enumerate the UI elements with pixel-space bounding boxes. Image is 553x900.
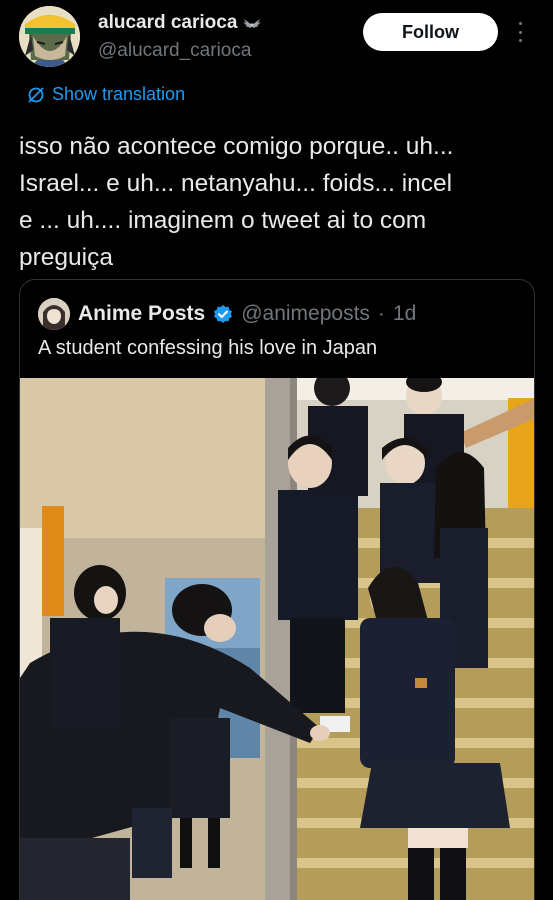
quoted-author-avatar[interactable] <box>38 298 70 330</box>
quoted-tweet-text: A student confessing his love in Japan <box>38 337 378 359</box>
author-handle[interactable]: @alucard_carioca <box>98 40 251 62</box>
author-avatar[interactable] <box>19 6 80 67</box>
quoted-handle[interactable]: @animeposts <box>241 302 370 326</box>
more-options-icon[interactable] <box>513 18 527 46</box>
verified-badge-icon <box>214 305 233 323</box>
quoted-tweet[interactable]: Anime Posts @animeposts · 1d A student c… <box>19 279 535 900</box>
translate-icon <box>28 86 44 103</box>
show-translation-link[interactable]: Show translation <box>26 84 185 105</box>
quoted-tweet-header: Anime Posts @animeposts · 1d <box>38 298 416 330</box>
author-name[interactable]: alucard carioca <box>98 12 262 34</box>
photo-students-on-stairs <box>20 378 534 900</box>
quoted-timestamp[interactable]: 1d <box>393 302 416 326</box>
quoted-avatar-icon <box>38 298 70 330</box>
tweet-header: alucard carioca @alucard_carioca Follow <box>0 0 553 80</box>
author-display-name: alucard carioca <box>98 12 238 33</box>
wings-emoji-icon <box>243 19 262 28</box>
follow-button[interactable]: Follow <box>363 13 498 51</box>
quoted-separator: · <box>377 302 385 325</box>
tweet-text: isso não acontece comigo porque.. uh... … <box>19 133 454 271</box>
anime-avatar-icon <box>19 6 80 67</box>
quoted-media-image[interactable] <box>20 378 534 900</box>
show-translation-label: Show translation <box>52 84 186 104</box>
quoted-display-name[interactable]: Anime Posts <box>78 302 205 326</box>
